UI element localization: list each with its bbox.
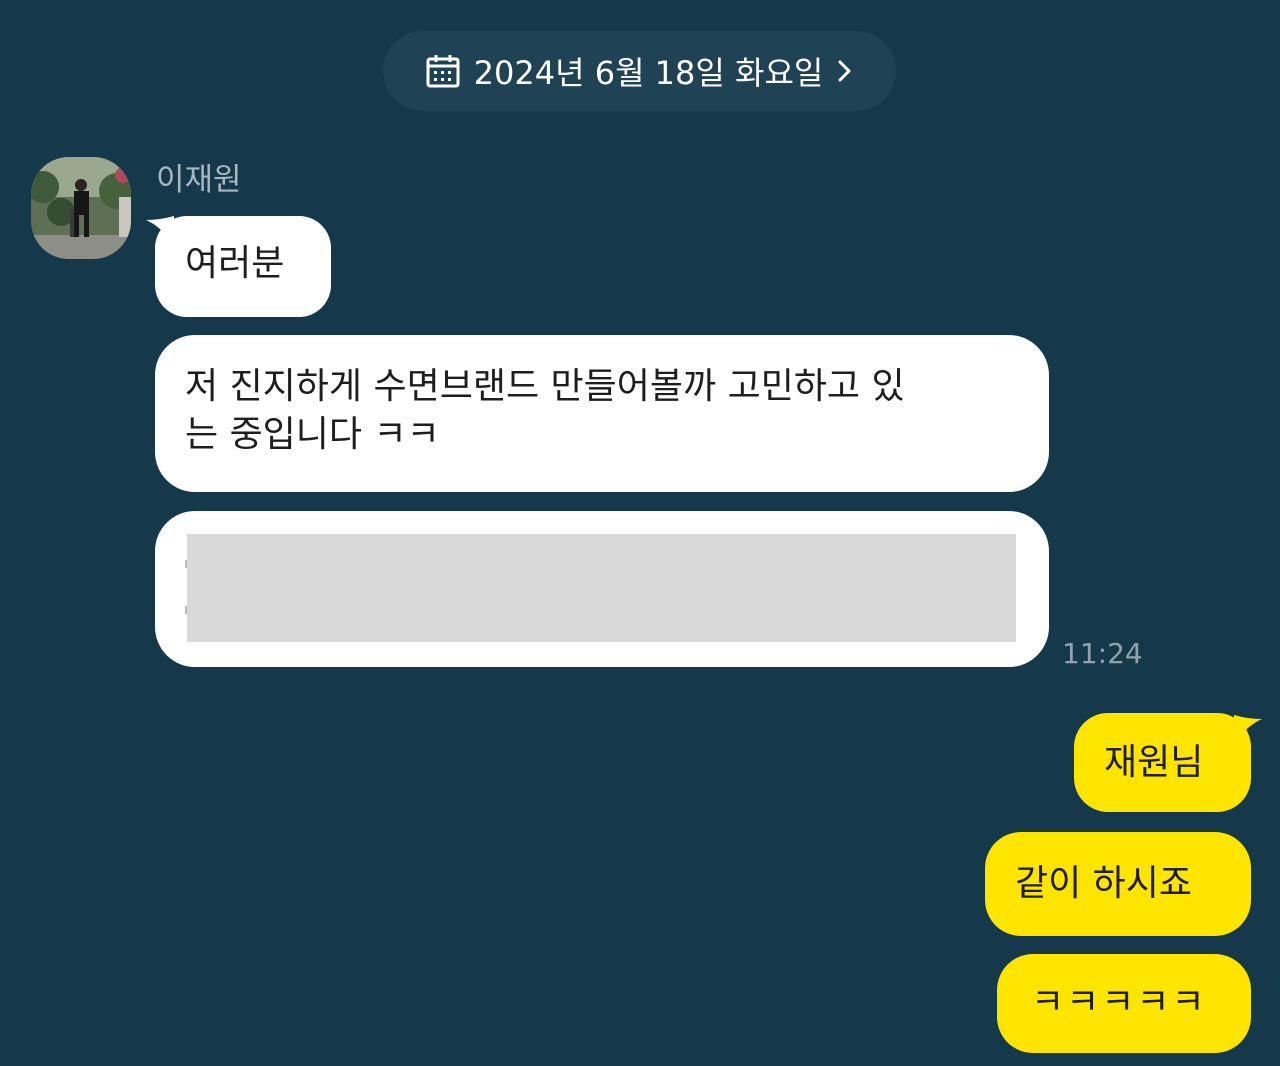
chevron-right-icon [837, 58, 853, 84]
sender-name: 이재원 [156, 162, 242, 198]
outgoing-message-3[interactable]: ㅋㅋㅋㅋㅋ [997, 954, 1251, 1053]
date-text: 2024년 6월 18일 화요일 [473, 54, 824, 92]
avatar[interactable] [31, 157, 131, 259]
redaction-edge-mark [185, 560, 187, 568]
incoming-message-1[interactable]: 여러분 [155, 216, 331, 317]
message-timestamp: 11:24 [1062, 637, 1143, 670]
message-text: ㅋㅋㅋㅋㅋ [1031, 982, 1207, 1023]
message-text: 재원님 [1104, 742, 1204, 783]
message-text-line-1: 저 진지하게 수면브랜드 만들어볼까 고민하고 있 [185, 366, 905, 407]
message-text: 여러분 [185, 243, 285, 284]
message-text-line-2: 는 중입니다 ㅋㅋ [185, 414, 440, 455]
date-divider[interactable]: 2024년 6월 18일 화요일 [383, 31, 896, 111]
outgoing-message-2[interactable]: 같이 하시죠 [985, 832, 1251, 936]
redacted-content [187, 534, 1016, 642]
redaction-edge-mark [185, 606, 187, 614]
outgoing-message-1[interactable]: 재원님 [1074, 713, 1251, 812]
calendar-icon [426, 54, 460, 88]
message-text: 같이 하시죠 [1015, 863, 1193, 904]
incoming-message-2[interactable]: 저 진지하게 수면브랜드 만들어볼까 고민하고 있 는 중입니다 ㅋㅋ [155, 335, 1049, 492]
